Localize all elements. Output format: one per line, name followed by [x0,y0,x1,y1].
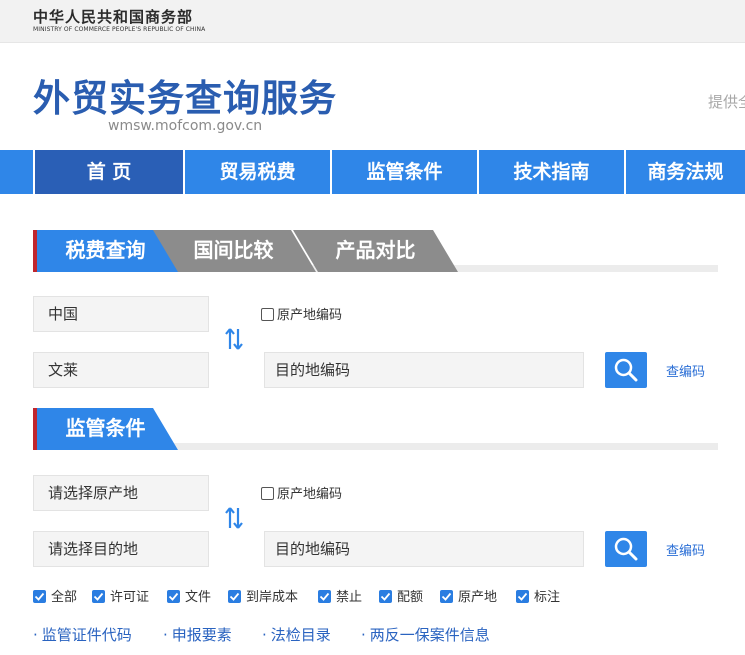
origin-code-label: 原产地编码 [277,308,343,323]
tariff-lookup-code-link[interactable]: 查编码 [666,361,705,380]
tab-tariff-query[interactable]: 税费查询 [33,230,178,272]
reg-lookup-code-link[interactable]: 查编码 [666,540,705,559]
nav-commerce-law[interactable]: 商务法规 [624,150,745,194]
destination-code-input[interactable]: 目的地编码 [264,352,584,388]
nav-trade-tax[interactable]: 贸易税费 [183,150,330,194]
main-nav: 首 页 贸易税费 监管条件 技术指南 商务法规 [0,150,745,194]
checkbox-checked-icon[interactable] [92,590,105,603]
tab-product-compare-label: 产品对比 [335,238,416,262]
link-inspection-catalog-label: 法检目录 [270,626,331,644]
filter-landed-cost[interactable]: 到岸成本 [228,586,298,605]
nav-tech-guide[interactable]: 技术指南 [477,150,624,194]
search-icon [614,358,638,382]
reg-destination-select[interactable]: 请选择目的地 [33,531,209,567]
tab-red-marker [33,230,37,272]
ministry-name-en: MINISTRY OF COMMERCE PEOPLE'S REPUBLIC O… [33,26,206,33]
filter-document[interactable]: 文件 [167,586,211,605]
filter-prohibited[interactable]: 禁止 [318,586,362,605]
filter-prohibited-label: 禁止 [336,590,363,605]
swap-icon[interactable] [224,328,244,354]
link-trade-remedy-cases-label: 两反一保案件信息 [369,626,490,644]
filter-license-label: 许可证 [110,590,150,605]
nav-home[interactable]: 首 页 [33,150,183,194]
checkbox-checked-icon[interactable] [33,590,46,603]
reg-origin-select[interactable]: 请选择原产地 [33,475,209,511]
provide-text: 提供全 [708,93,745,111]
filter-document-label: 文件 [185,590,212,605]
regulatory-title: 监管条件 [33,408,178,450]
checkbox-checked-icon[interactable] [379,590,392,603]
checkbox-checked-icon[interactable] [228,590,241,603]
link-regulatory-cert-code-label: 监管证件代码 [41,626,132,644]
section-red-marker [33,408,37,450]
filter-all[interactable]: 全部 [33,586,77,605]
origin-code-checkbox[interactable] [261,308,274,321]
checkbox-checked-icon[interactable] [516,590,529,603]
ministry-name-cn: 中华人民共和国商务部 [33,8,194,26]
destination-field[interactable]: 文莱 [33,352,209,388]
reg-origin-code-option[interactable]: 原产地编码 [261,483,342,502]
reg-swap-icon[interactable] [224,507,244,533]
tab-tariff-query-label: 税费查询 [65,238,146,262]
site-title[interactable]: 外贸实务查询服务 [33,68,337,122]
reg-origin-code-checkbox[interactable] [261,487,274,500]
checkbox-checked-icon[interactable] [318,590,331,603]
filter-landed-cost-label: 到岸成本 [246,590,299,605]
search-icon [614,537,638,561]
checkbox-checked-icon[interactable] [440,590,453,603]
reg-origin-code-label: 原产地编码 [277,487,343,502]
origin-code-option[interactable]: 原产地编码 [261,304,342,323]
site-url: wmsw.mofcom.gov.cn [108,118,263,134]
filter-quota-label: 配额 [397,590,424,605]
tab-product-compare[interactable]: 产品对比 [293,230,458,272]
filter-all-label: 全部 [51,590,78,605]
filter-origin-label: 原产地 [458,590,498,605]
link-declaration-elements-label: 申报要素 [171,626,232,644]
filter-quota[interactable]: 配额 [379,586,423,605]
filter-origin[interactable]: 原产地 [440,586,497,605]
link-regulatory-cert-code[interactable]: · 监管证件代码 [33,624,132,645]
origin-field[interactable]: 中国 [33,296,209,332]
link-declaration-elements[interactable]: · 申报要素 [163,624,232,645]
checkbox-checked-icon[interactable] [167,590,180,603]
link-trade-remedy-cases[interactable]: · 两反一保案件信息 [361,624,490,645]
filter-annotation[interactable]: 标注 [516,586,560,605]
filter-annotation-label: 标注 [534,590,561,605]
regulatory-section-header: 监管条件 [33,408,718,450]
reg-search-button[interactable] [605,531,647,567]
tab-country-compare-label: 国间比较 [193,238,274,262]
link-inspection-catalog[interactable]: · 法检目录 [262,624,331,645]
filter-license[interactable]: 许可证 [92,586,149,605]
tariff-search-button[interactable] [605,352,647,388]
query-tabs: 国间比较 产品对比 税费查询 [33,230,718,272]
nav-regulatory[interactable]: 监管条件 [330,150,477,194]
reg-destination-code-input[interactable]: 目的地编码 [264,531,584,567]
ministry-top-bar: 中华人民共和国商务部 MINISTRY OF COMMERCE PEOPLE'S… [0,0,745,43]
regulatory-title-label: 监管条件 [65,416,146,440]
